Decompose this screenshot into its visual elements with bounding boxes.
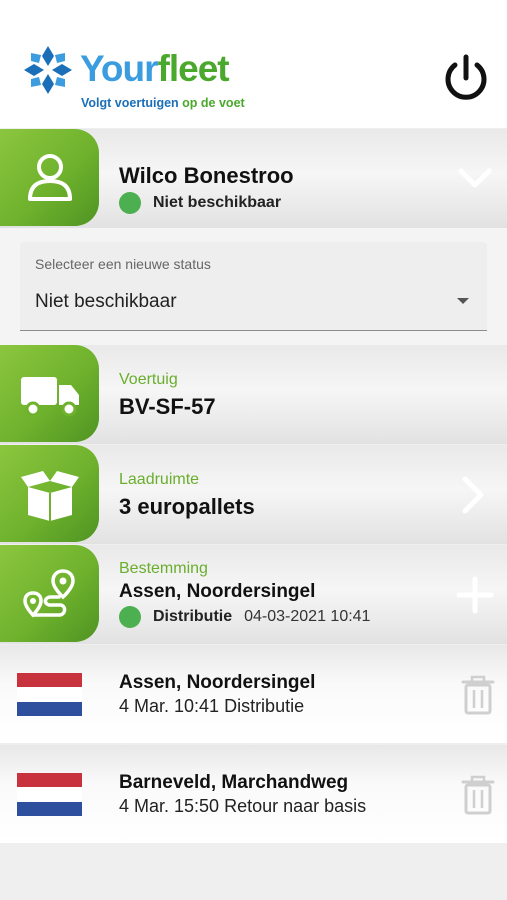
destination-detail: 4 Mar. 15:50 Retour naar basis <box>119 796 367 816</box>
trash-icon[interactable] <box>460 775 496 815</box>
chevron-right-icon[interactable] <box>453 475 493 515</box>
destination-detail: 4 Mar. 10:41 Distributie <box>119 696 305 716</box>
destination-tile <box>0 545 99 642</box>
list-item[interactable]: Barneveld, Marchandweg 4 Mar. 15:50 Reto… <box>0 745 507 843</box>
netherlands-flag-icon <box>17 673 82 716</box>
destination-value: Assen, Noordersingel <box>119 581 316 602</box>
logo-tagline: Volgt voertuigen op de voet <box>81 96 245 110</box>
plus-icon[interactable] <box>455 575 495 615</box>
box-icon <box>21 471 79 521</box>
status-select-value: Niet beschikbaar <box>35 291 177 312</box>
yourfleet-logo: Yourfleet Volgt voertuigen op de voet <box>20 42 250 114</box>
app-header: Yourfleet Volgt voertuigen op de voet <box>0 0 507 128</box>
destination-city: Assen, Noordersingel <box>119 672 316 693</box>
vehicle-row[interactable]: Voertuig BV-SF-57 <box>0 345 507 444</box>
user-name: Wilco Bonestroo <box>119 163 294 188</box>
user-icon <box>28 154 72 201</box>
cargo-row[interactable]: Laadruimte 3 europallets <box>0 445 507 544</box>
destination-status: Distributie 04-03-2021 10:41 <box>119 606 370 628</box>
destination-city: Barneveld, Marchandweg <box>119 772 349 793</box>
chevron-down-icon[interactable] <box>455 157 495 197</box>
truck-icon <box>21 377 79 417</box>
status-select[interactable]: Selecteer een nieuwe status Niet beschik… <box>20 242 487 331</box>
vehicle-label: Voertuig <box>119 371 178 388</box>
logo-wordmark: Yourfleet <box>80 48 230 89</box>
list-item[interactable]: Assen, Noordersingel 4 Mar. 10:41 Distri… <box>0 645 507 743</box>
cargo-tile <box>0 445 99 542</box>
destination-type: Distributie <box>153 608 233 625</box>
user-status-text: Niet beschikbaar <box>153 194 282 211</box>
netherlands-flag-icon <box>17 773 82 816</box>
vehicle-value: BV-SF-57 <box>119 394 216 419</box>
user-row[interactable]: Wilco Bonestroo Niet beschikbaar <box>0 129 507 228</box>
user-tile <box>0 129 99 226</box>
destination-row[interactable]: Bestemming Assen, Noordersingel Distribu… <box>0 545 507 644</box>
power-icon[interactable] <box>440 52 492 104</box>
status-dot <box>119 606 141 628</box>
status-dot <box>119 192 141 214</box>
vehicle-tile <box>0 345 99 442</box>
cargo-label: Laadruimte <box>119 471 200 488</box>
cargo-value: 3 europallets <box>119 494 255 519</box>
caret-down-icon <box>457 298 469 304</box>
status-select-label: Selecteer een nieuwe status <box>35 256 211 272</box>
logo-snowflake-icon <box>24 46 72 94</box>
trash-icon[interactable] <box>460 675 496 715</box>
user-status: Niet beschikbaar <box>119 192 281 214</box>
route-icon <box>23 569 75 618</box>
destination-label: Bestemming <box>119 560 208 577</box>
destination-datetime: 04-03-2021 10:41 <box>244 608 371 625</box>
